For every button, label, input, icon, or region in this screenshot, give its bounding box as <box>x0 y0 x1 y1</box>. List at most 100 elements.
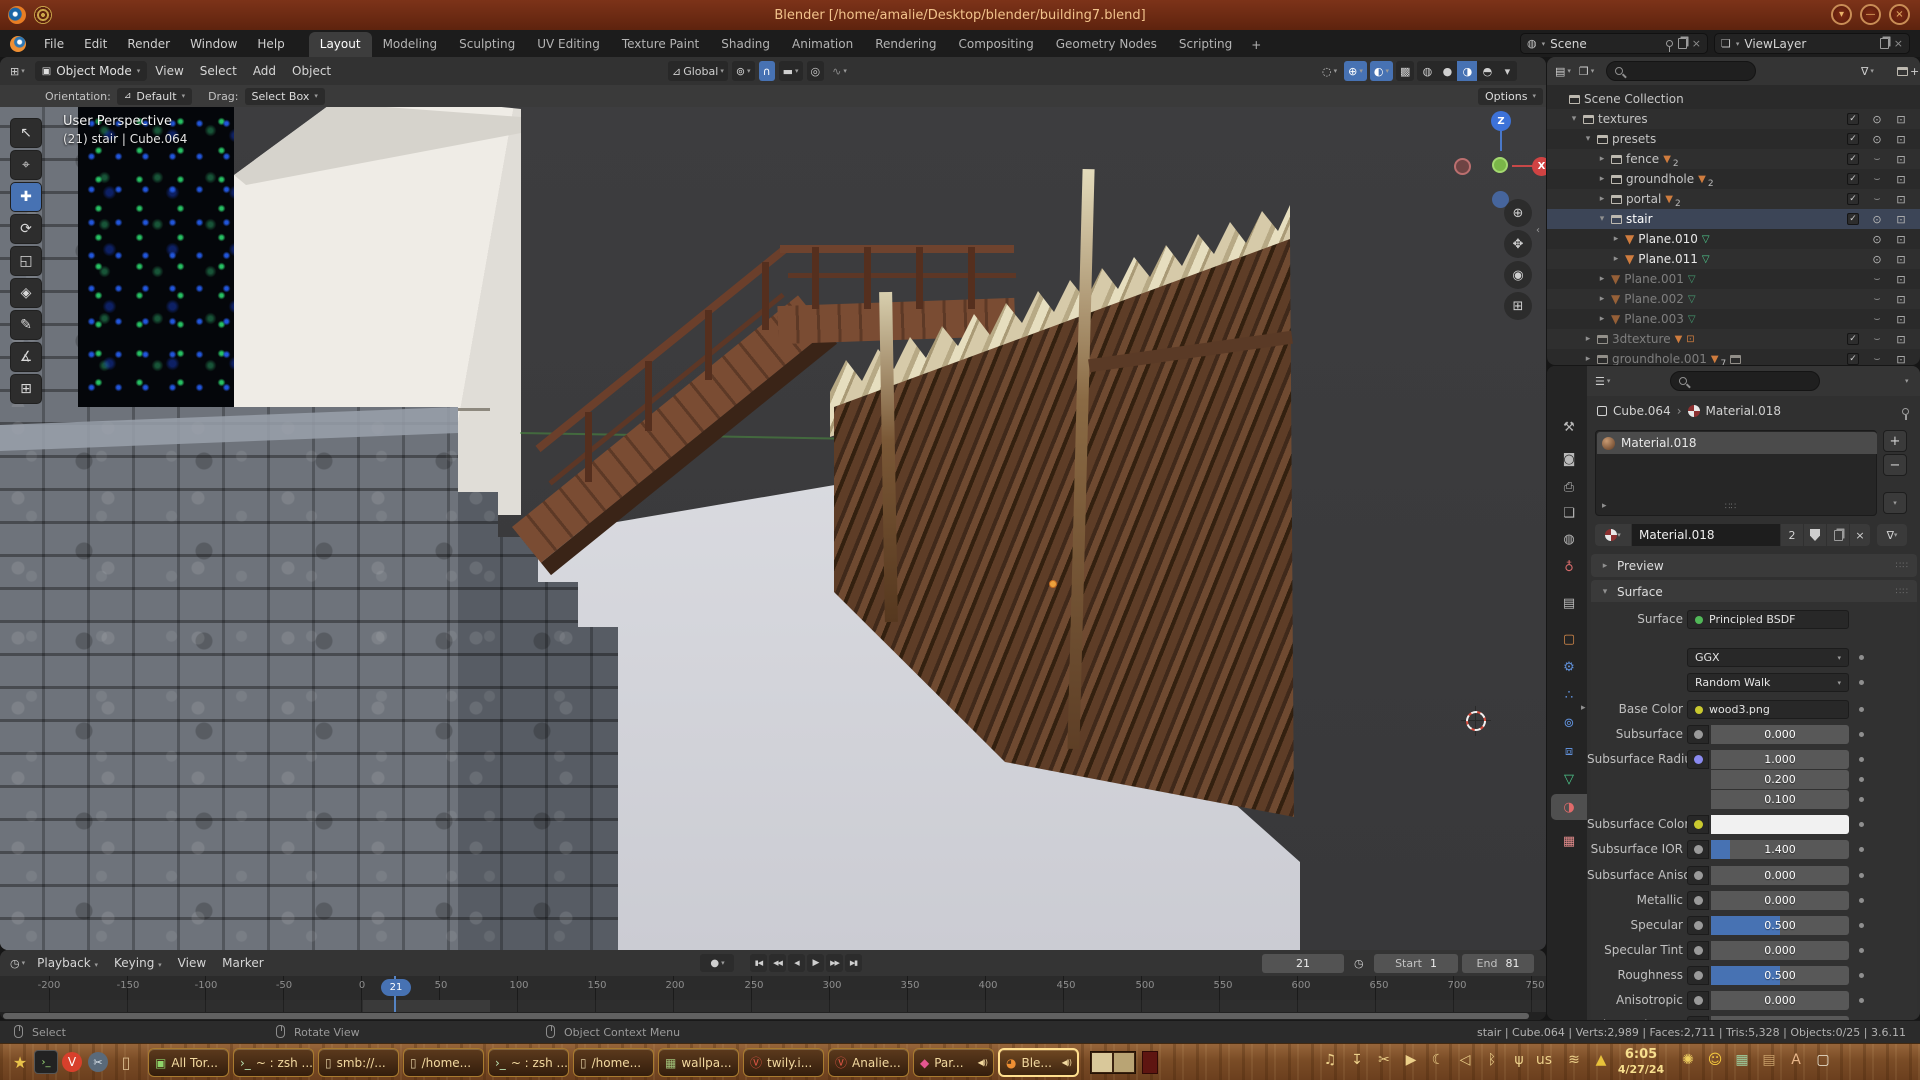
new-scene-icon[interactable] <box>1678 38 1687 49</box>
tray-icon[interactable]: ✂ <box>1372 1052 1396 1068</box>
proportional-falloff-dropdown[interactable]: ∿▾ <box>828 61 851 81</box>
package-launcher-icon[interactable]: ▯ <box>114 1050 138 1074</box>
tab-tool[interactable]: ⚒ <box>1551 414 1587 440</box>
tray-icon[interactable]: ♫ <box>1318 1052 1342 1068</box>
animate-dot[interactable] <box>1859 973 1864 978</box>
options-dropdown[interactable]: Options▾ <box>1478 88 1543 105</box>
tab-object-data[interactable]: ▽ <box>1551 766 1587 792</box>
gizmo-minus-x-axis[interactable] <box>1454 158 1471 175</box>
subsurface-radius-z[interactable]: 0.100 <box>1711 790 1849 809</box>
viewport-menu[interactable]: Add <box>245 60 284 82</box>
tab-texture[interactable]: ▦ <box>1551 828 1587 854</box>
taskbar-window-button[interactable]: ▦ wallpa... <box>658 1048 739 1077</box>
material-slot-list[interactable]: Material.018 ▸ ∷∷ <box>1595 430 1877 516</box>
navigation-gizmo[interactable]: Z X <box>1448 115 1546 211</box>
current-frame-badge[interactable]: 21 <box>381 979 411 996</box>
outliner-row-plane002[interactable]: ▸ ▼ Plane.002 ▽ ⌣ ⊡ <box>1547 289 1920 309</box>
minimize-button[interactable]: ▾ <box>1831 4 1852 25</box>
fake-user-shield-icon[interactable] <box>1804 524 1826 546</box>
unlink-material-icon[interactable]: × <box>1850 524 1870 546</box>
animate-dot[interactable] <box>1859 923 1864 928</box>
viewport-menu[interactable]: Select <box>192 60 245 82</box>
editor-type-dropdown[interactable]: ⊞▾ <box>6 61 29 81</box>
hide-eye-icon[interactable]: ⊙ <box>1869 233 1885 246</box>
taskbar-window-button[interactable]: ▣ All Tor... <box>148 1048 229 1077</box>
tray-icon[interactable]: ψ <box>1507 1052 1531 1068</box>
tool-button[interactable]: ⟳ <box>10 214 42 244</box>
render-camera-icon[interactable]: ⊡ <box>1893 193 1909 206</box>
play-reverse-button[interactable]: ◀ <box>788 954 805 972</box>
tool-button[interactable]: ✎ <box>10 310 42 340</box>
subsurface-radius-y[interactable]: 0.200 <box>1711 770 1849 789</box>
tray-icon[interactable]: ☾ <box>1426 1052 1450 1068</box>
slot-specials-arrow[interactable]: ▸ <box>1602 501 1607 511</box>
viewlayer-selector[interactable]: ❏▾ ViewLayer × <box>1714 33 1910 54</box>
hide-eye-closed-icon[interactable]: ⌣ <box>1869 172 1885 186</box>
filter-funnel-dropdown[interactable]: ∇▾ <box>1857 61 1878 81</box>
outliner-row-plane011[interactable]: ▸ ▼ Plane.011 ▽ ⊙ ⊡ <box>1547 249 1920 269</box>
outliner-row-plane003[interactable]: ▸ ▼ Plane.003 ▽ ⌣ ⊡ <box>1547 309 1920 329</box>
tab-output[interactable]: ⎙ <box>1551 474 1587 500</box>
exclude-checkbox[interactable]: ✓ <box>1847 153 1859 165</box>
outliner-display-mode-dropdown[interactable]: ▤▾ <box>1551 61 1575 81</box>
outliner-row-fence[interactable]: ▸ fence ▼2 ✓ ⌣ ⊡ <box>1547 149 1920 169</box>
sidebar-collapse-arrow[interactable]: ‹ <box>1536 225 1540 236</box>
new-collection-button[interactable]: + <box>1893 61 1920 81</box>
scrollbar-knob[interactable] <box>3 1013 1529 1019</box>
input-link-toggle[interactable] <box>1687 725 1709 744</box>
expand-arrow[interactable]: ▸ <box>1597 314 1607 324</box>
animate-dot[interactable] <box>1859 655 1864 660</box>
timeline-editor-type-dropdown[interactable]: ◷▾ <box>6 953 29 973</box>
hide-eye-closed-icon[interactable]: ⌣ <box>1869 152 1885 166</box>
drag-value-dropdown[interactable]: Select Box▾ <box>245 88 325 105</box>
expand-arrow[interactable]: ▾ <box>1569 114 1579 124</box>
tab-constraints[interactable]: ⧈ <box>1551 738 1587 764</box>
animate-dot[interactable] <box>1859 757 1864 762</box>
tool-button[interactable]: ⊞ <box>10 374 42 404</box>
tray-icon[interactable]: ▢ <box>1811 1052 1835 1068</box>
jump-to-end-button[interactable]: ▶▮ <box>845 954 862 972</box>
exclude-checkbox[interactable]: ✓ <box>1847 353 1859 365</box>
remove-viewlayer-icon[interactable]: × <box>1894 37 1903 50</box>
camera-view-icon[interactable]: ◉ <box>1504 261 1532 289</box>
pin-icon[interactable] <box>1666 40 1673 47</box>
render-camera-icon[interactable]: ⊡ <box>1893 113 1909 126</box>
surface-shader-button[interactable]: Principled BSDF <box>1687 610 1849 629</box>
blender-menu-icon[interactable] <box>10 36 26 52</box>
menubar-menu[interactable]: Window <box>180 33 247 55</box>
outliner-row-3dtexture[interactable]: ▸ 3dtexture ▼ ⊡ ✓ ⌣ ⊡ <box>1547 329 1920 349</box>
transform-orientation-dropdown[interactable]: ⊿ Global▾ <box>668 61 728 81</box>
terminal-launcher-icon[interactable]: ›_ <box>34 1050 58 1074</box>
add-material-slot-button[interactable]: + <box>1883 430 1907 452</box>
breadcrumb-material[interactable]: Material.018 <box>1706 404 1781 418</box>
exclude-checkbox[interactable]: ✓ <box>1847 333 1859 345</box>
taskbar-window-button[interactable]: ◆ Par... ◀)) <box>913 1048 994 1077</box>
tool-button[interactable]: ⌖ <box>10 150 42 180</box>
workspace-tab[interactable]: Layout <box>309 32 372 57</box>
tray-widget[interactable] <box>1142 1051 1158 1074</box>
expand-arrow[interactable]: ▸ <box>1597 174 1607 184</box>
tray-icon[interactable]: ☺ <box>1703 1052 1727 1068</box>
workspace-tab[interactable]: Modeling <box>372 32 449 57</box>
expand-arrow[interactable]: ▸ <box>1581 703 1586 713</box>
taskbar-window-button[interactable]: ▯ /home... <box>573 1048 654 1077</box>
tab-scene[interactable]: ◍ <box>1551 526 1587 552</box>
animate-dot[interactable] <box>1859 998 1864 1003</box>
tray-icon[interactable]: ↧ <box>1345 1052 1369 1068</box>
render-camera-icon[interactable]: ⊡ <box>1893 213 1909 226</box>
material-name-field[interactable]: Material.018 <box>1632 524 1780 546</box>
viewport-menu[interactable]: Object <box>284 60 339 82</box>
expand-arrow[interactable]: ▸ <box>1597 294 1607 304</box>
new-material-icon[interactable] <box>1827 524 1849 546</box>
taskbar-window-button[interactable]: ◕ Ble... ◀)) <box>998 1048 1079 1077</box>
gizmo-x-axis[interactable]: X <box>1532 157 1546 176</box>
taskbar-clock[interactable]: 6:05 4/27/24 <box>1610 1047 1672 1077</box>
expand-arrow[interactable]: ▸ <box>1611 234 1621 244</box>
frame-start-field[interactable]: Start1 <box>1374 954 1458 973</box>
input-link-toggle[interactable] <box>1687 941 1709 960</box>
panel-grip[interactable]: ∷∷ <box>1896 587 1909 597</box>
expand-arrow[interactable]: ▾ <box>1597 214 1607 224</box>
preview-panel-header[interactable]: ▸Preview ∷∷ <box>1591 554 1917 577</box>
input-link-toggle[interactable] <box>1687 815 1709 834</box>
tray-icon[interactable]: ▦ <box>1730 1052 1754 1068</box>
